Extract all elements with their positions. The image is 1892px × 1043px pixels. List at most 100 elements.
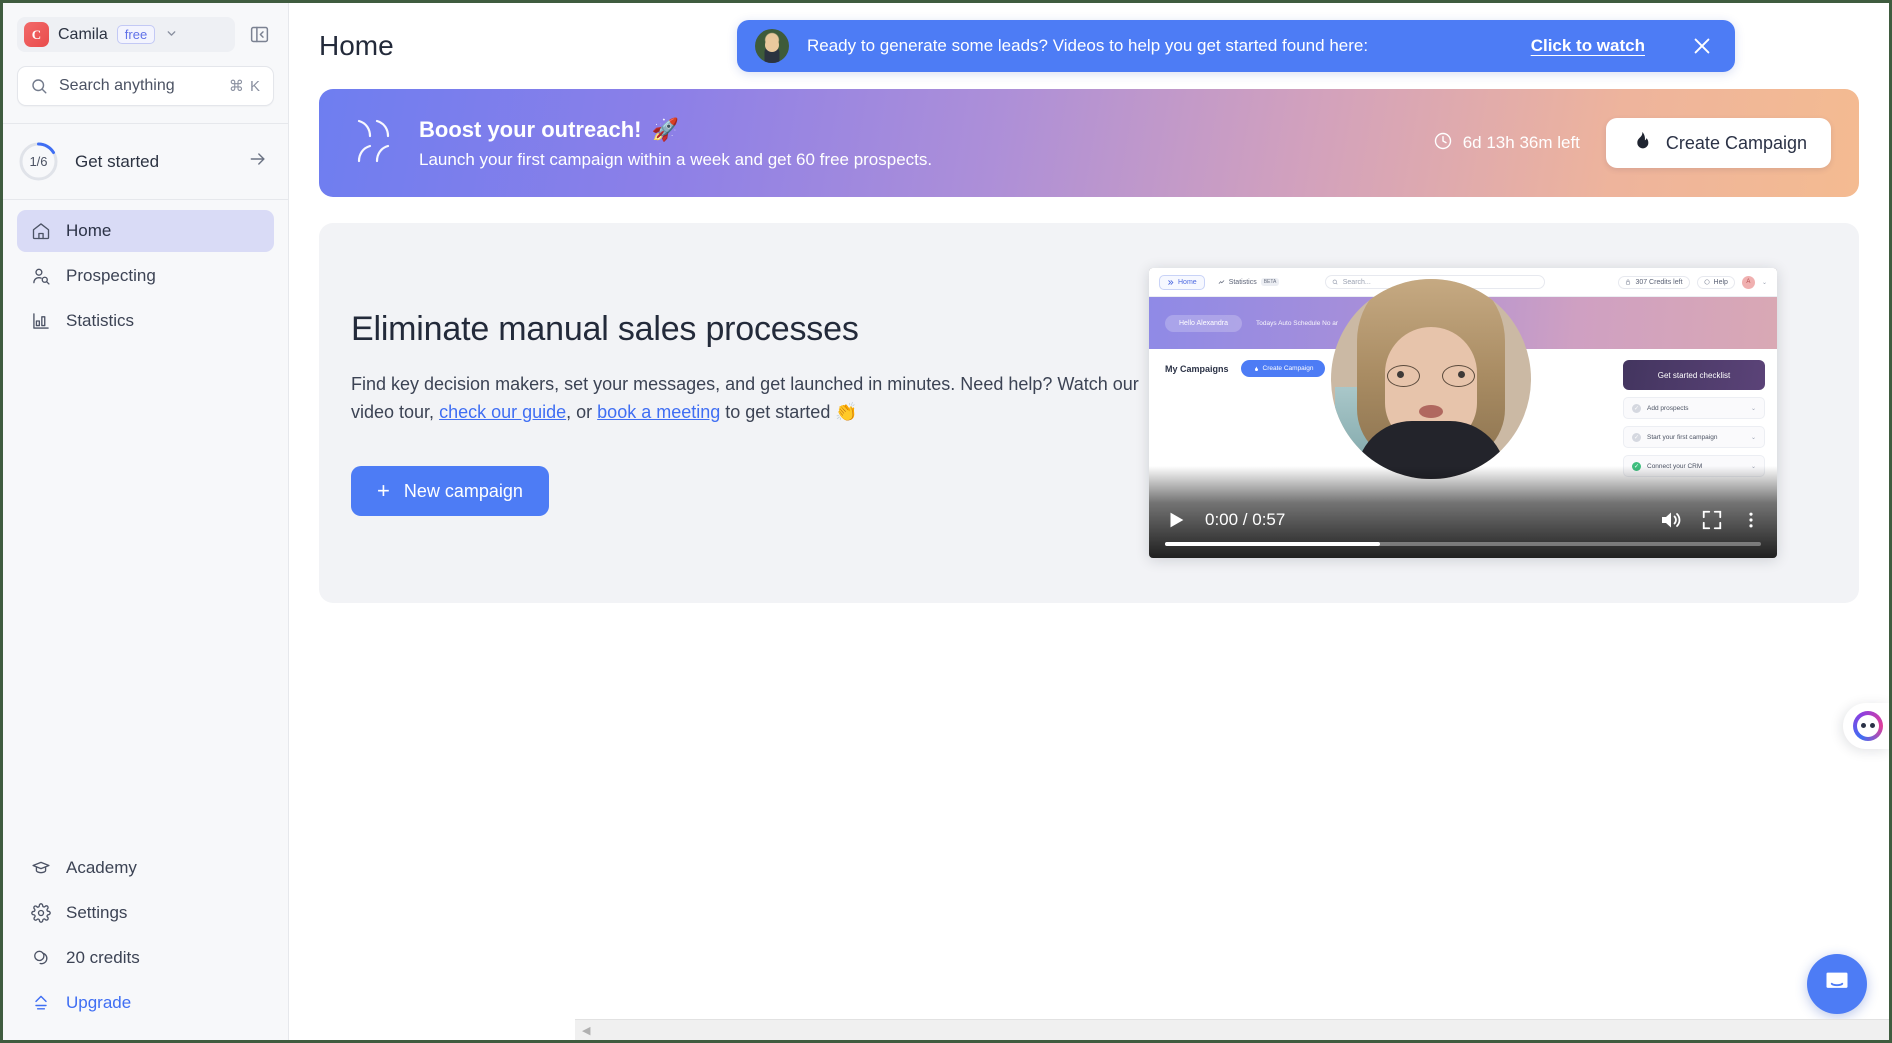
hero-body-part2: , or [566, 401, 598, 422]
sidebar-item-upgrade[interactable]: Upgrade [17, 982, 274, 1024]
collapse-sidebar-button[interactable] [244, 20, 274, 50]
close-icon[interactable] [1691, 35, 1713, 57]
thumb-help-label: Help [1713, 278, 1728, 286]
sidebar-item-academy[interactable]: Academy [17, 847, 274, 889]
thumb-checklist-title: Get started checklist [1623, 360, 1765, 390]
promo-countdown: 6d 13h 36m left [1433, 131, 1580, 156]
check-icon: ✓ [1632, 403, 1641, 413]
workspace-row: C Camila free [3, 3, 288, 62]
toast-message: Ready to generate some leads? Videos to … [807, 36, 1369, 55]
create-campaign-label: Create Campaign [1665, 132, 1807, 153]
video-player[interactable]: Home Statistics BETA Search... 307 Credi… [1149, 268, 1777, 558]
sidebar-item-label: Upgrade [66, 993, 132, 1012]
intercom-launcher-button[interactable] [1807, 954, 1867, 1014]
more-vertical-icon[interactable] [1741, 510, 1761, 530]
scroll-left-arrow-icon[interactable]: ◀ [575, 1024, 597, 1037]
play-icon[interactable] [1165, 509, 1187, 531]
feedback-side-tab[interactable] [1843, 703, 1889, 749]
thumb-checklist-item-label: Start your first campaign [1647, 433, 1718, 441]
content-area: Boost your outreach! 🚀 Launch your first… [289, 89, 1889, 1040]
search-input[interactable]: Search anything ⌘ K [17, 66, 274, 106]
thumb-create-campaign-button: Create Campaign [1240, 360, 1326, 377]
video-controls-row: 0:00 / 0:57 [1165, 508, 1761, 542]
search-placeholder: Search anything [59, 77, 175, 94]
chat-bubble-icon [1823, 968, 1851, 1001]
get-started-progress-label: 1/6 [29, 154, 48, 169]
get-started-row[interactable]: 1/6 Get started [3, 124, 288, 199]
bar-chart-icon [30, 311, 51, 332]
hero-body-part3: to get started [720, 401, 836, 422]
presenter-avatar [755, 29, 789, 63]
horizontal-scrollbar[interactable]: ◀ [575, 1019, 1889, 1040]
video-controls: 0:00 / 0:57 [1149, 466, 1777, 558]
coins-icon [30, 948, 51, 969]
page-title: Home [319, 30, 394, 61]
thumb-chevron-down-icon: ⌄ [1761, 279, 1767, 286]
gear-icon [30, 903, 51, 924]
countdown-label: 6d 13h 36m left [1462, 133, 1580, 152]
thumb-avatar: A [1741, 275, 1755, 289]
plus-icon: + [377, 478, 390, 504]
video-progress-bar[interactable] [1165, 542, 1761, 546]
thumb-tab-statistics: Statistics BETA [1214, 275, 1284, 289]
click-to-watch-link[interactable]: Click to watch [1531, 36, 1645, 56]
fullscreen-icon[interactable] [1701, 509, 1723, 531]
new-campaign-button[interactable]: + New campaign [351, 466, 549, 517]
search-icon [30, 77, 48, 95]
video-time-display: 0:00 / 0:57 [1205, 510, 1286, 529]
volume-icon[interactable] [1659, 508, 1683, 532]
check-our-guide-link[interactable]: check our guide [439, 402, 566, 422]
notification-toast: Ready to generate some leads? Videos to … [737, 20, 1735, 72]
create-campaign-button[interactable]: Create Campaign [1605, 118, 1831, 168]
sidebar-item-label: Home [66, 221, 112, 240]
hands-emoji-icon: 👏 [835, 401, 858, 422]
thumb-tab-home-label: Home [1178, 278, 1197, 286]
thumb-checklist-item: ✓ Start your first campaign ⌄ [1623, 426, 1765, 448]
sidebar-item-label: Settings [66, 903, 128, 922]
get-started-label: Get started [75, 151, 160, 171]
topbar: Home Ready to generate some leads? Video… [289, 3, 1889, 89]
video-progress-fill [1165, 542, 1380, 546]
sidebar-nav: Home Prospecting Statistics [3, 200, 288, 342]
hero-card: Eliminate manual sales processes Find ke… [319, 223, 1859, 603]
promo-title: Boost your outreach! [419, 116, 642, 142]
feedback-blob-icon [1853, 711, 1883, 741]
sidebar-item-label: 20 credits [66, 948, 140, 967]
workspace-name: Camila [58, 25, 108, 43]
app-window: C Camila free Search anything ⌘ K 1/6 Ge… [0, 0, 1892, 1043]
sidebar-item-prospecting[interactable]: Prospecting [17, 255, 274, 297]
get-started-progress-ring: 1/6 [19, 142, 58, 181]
workspace-switcher[interactable]: C Camila free [17, 17, 235, 52]
sidebar-bottom-nav: Academy Settings 20 credits Upgrade [3, 847, 288, 1040]
hero-description: Find key decision makers, set your messa… [351, 371, 1141, 427]
sidebar-item-home[interactable]: Home [17, 210, 274, 252]
book-a-meeting-link[interactable]: book a meeting [597, 402, 720, 422]
thumb-tab-home: Home [1159, 274, 1205, 290]
graduation-cap-icon [30, 858, 51, 879]
sidebar-item-label: Prospecting [66, 266, 156, 285]
thumb-help-pill: Help [1696, 275, 1735, 289]
workspace-logo: C [24, 22, 49, 47]
thumb-my-campaigns: My Campaigns [1165, 363, 1229, 374]
home-icon [30, 221, 51, 242]
sidebar-item-credits[interactable]: 20 credits [17, 937, 274, 979]
sidebar-item-statistics[interactable]: Statistics [17, 300, 274, 342]
flame-icon [1630, 130, 1652, 157]
thumb-tab-statistics-label: Statistics [1228, 278, 1257, 286]
person-search-icon [30, 266, 51, 287]
presenter-video-overlay [1331, 279, 1531, 479]
promo-texts: Boost your outreach! 🚀 Launch your first… [419, 117, 1433, 170]
clock-icon [1433, 131, 1453, 156]
new-campaign-label: New campaign [403, 480, 523, 501]
search-shortcut-hint: ⌘ K [228, 78, 261, 95]
thumb-checklist-item: ✓ Add prospects ⌄ [1623, 397, 1765, 419]
promo-banner: Boost your outreach! 🚀 Launch your first… [319, 89, 1859, 197]
thumb-hello-chip: Hello Alexandra [1165, 314, 1243, 332]
double-chevron-icon [353, 115, 409, 172]
upgrade-arrow-icon [30, 993, 51, 1014]
sidebar: C Camila free Search anything ⌘ K 1/6 Ge… [3, 3, 289, 1040]
sidebar-item-settings[interactable]: Settings [17, 892, 274, 934]
chevron-down-icon: ⌄ [1750, 405, 1756, 412]
sidebar-item-label: Statistics [66, 311, 135, 330]
chevron-down-icon: ⌄ [1750, 434, 1756, 441]
